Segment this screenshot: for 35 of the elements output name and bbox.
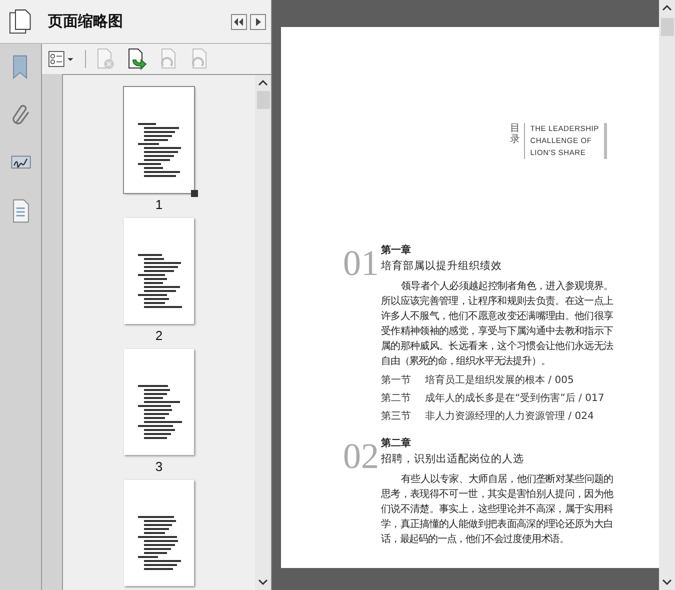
scrollbar[interactable] [255,75,271,590]
page-number: 3 [155,459,163,474]
section-title: 非人力资源经理的人力资源管理 / 024 [425,410,594,424]
options-menu-icon[interactable] [48,49,76,69]
chapter-label: 第一章 [381,243,412,257]
page-thumbnail[interactable] [124,218,194,324]
section-label: 第三节 [381,410,411,424]
scrollbar[interactable] [659,0,675,590]
scroll-thumb[interactable] [256,91,270,109]
section-title: 成年人的成长多是在“受到伤害”后 / 017 [425,392,604,406]
page-thumbnail[interactable] [124,349,194,455]
section-label: 第二节 [381,392,411,406]
panel-title: 页面缩略图 [48,12,123,31]
chapter-label: 第二章 [381,436,412,450]
page-number: 2 [155,328,163,343]
pages-icon[interactable] [9,8,33,34]
header-mark: 目录 [510,123,526,159]
expand-icon[interactable] [250,14,266,30]
section-title: 培育员工是组织发展的根本 / 005 [425,374,574,388]
collapse-icon[interactable] [231,14,247,30]
section-label: 第一节 [381,374,411,388]
page-number: 1 [155,197,163,212]
scroll-up-icon[interactable] [662,4,672,12]
insert-page-icon[interactable] [126,48,148,70]
chapter-number: 01 [343,247,380,285]
page-thumbnail[interactable] [124,480,194,586]
chapter-title: 招聘，识别出适配岗位的人选 [381,452,525,466]
chapter-summary: 领导者个人必须越起控制者角色，进入参观境界。所以应该完善管理，让程序和规则去负责。在这一点上许多人不服气，他们不愿意改变还满嘴理由。他们很享受作精神领袖的感觉，享受与下属沟通中去教和指示下属的那种威风。长远看来，这个习惯会让他们永远无法自由（累死的命，组织水平无法提升）。 [381,280,613,369]
scroll-up-icon[interactable] [258,79,268,87]
scroll-thumb[interactable] [660,18,674,36]
scroll-down-icon[interactable] [258,578,268,586]
chapter-title: 培育部属以提升组织绩效 [381,259,503,273]
scroll-down-icon[interactable] [662,578,672,586]
chapter-summary: 有些人以专家、大师自居，他们垄断对某些问题的思考，表现得不可一世，其实是害怕别人提问，因为他们说不清楚。事实上，这些理论并不高深，属于实用科学，真正搞懂的人能做到把表面高深的理论还原为大白话，最起码的一点，他们不会过度使用术语。 [381,472,613,547]
chapter-number: 02 [343,440,380,478]
